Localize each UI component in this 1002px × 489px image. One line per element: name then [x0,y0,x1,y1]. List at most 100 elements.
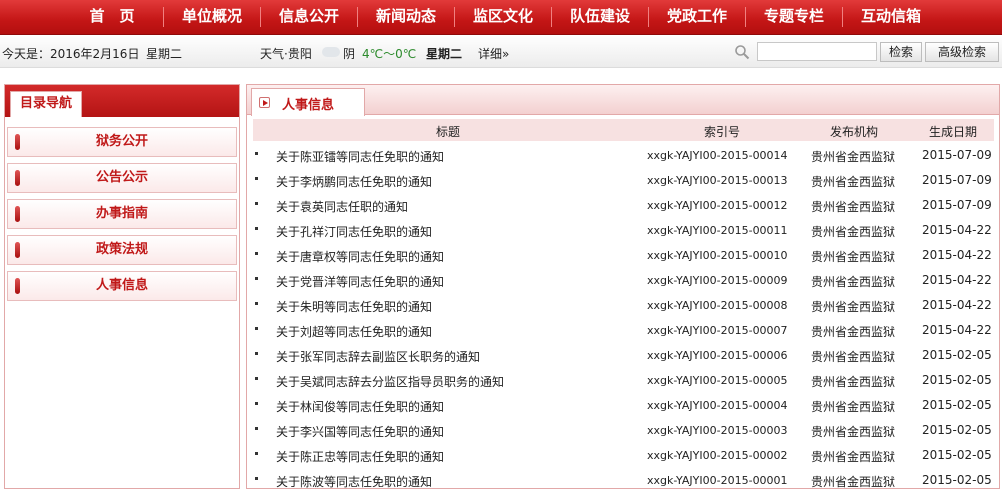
marker-icon [15,134,20,150]
cloud-icon [322,47,340,57]
row-title-link[interactable]: 关于李兴国等同志任免职的通知 [276,423,444,440]
row-org: 贵州省金西监狱 [811,275,896,289]
row-title-link[interactable]: 关于林闰俊等同志任免职的通知 [276,398,444,415]
row-index: xxgk-YAJYI00-2015-00002 [647,449,788,462]
row-title-link[interactable]: 关于张军同志辞去副监区长职务的通知 [276,348,480,365]
row-index: xxgk-YAJYI00-2015-00001 [647,474,788,487]
column-header-date: 生成日期 [929,125,978,139]
row-date: 2015-02-05 [922,348,992,362]
bullet-icon [255,252,258,255]
row-org: 贵州省金西监狱 [811,200,896,214]
sidebar-item-label: 办事指南 [95,206,148,221]
nav-mailbox[interactable]: 互动信箱 [843,0,939,35]
row-date: 2015-04-22 [922,298,992,312]
advanced-search-button[interactable]: 高级检索 [925,42,999,62]
row-index: xxgk-YAJYI00-2015-00013 [647,174,788,187]
bullet-icon [255,452,258,455]
row-org: 贵州省金西监狱 [811,350,896,364]
row-date: 2015-04-22 [922,273,992,287]
row-org: 贵州省金西监狱 [811,175,896,189]
sidebar-item-label: 人事信息 [95,278,148,293]
row-date: 2015-04-22 [922,323,992,337]
sidebar: 目录导航 狱务公开 公告公示 办事指南 政策法规 人事信息 [4,84,240,489]
search-button[interactable]: 检索 [880,42,922,62]
table-row: 关于唐章权等同志任免职的通知 xxgk-YAJYI00-2015-00010 贵州省… [253,243,994,268]
row-index: xxgk-YAJYI00-2015-00014 [647,149,788,162]
marker-icon [15,206,20,222]
row-title-link[interactable]: 关于唐章权等同志任免职的通知 [276,248,444,265]
sidebar-item-guide[interactable]: 办事指南 [7,199,237,229]
bullet-icon [255,302,258,305]
sidebar-item-personnel[interactable]: 人事信息 [7,271,237,301]
bullet-icon [255,352,258,355]
play-icon [259,97,270,108]
row-index: xxgk-YAJYI00-2015-00003 [647,424,788,437]
row-index: xxgk-YAJYI00-2015-00010 [647,249,788,262]
sidebar-item-label: 政策法规 [95,242,148,257]
row-title-link[interactable]: 关于朱明等同志任免职的通知 [276,298,432,315]
nav-special[interactable]: 专题专栏 [746,0,842,35]
sidebar-item-announcements[interactable]: 公告公示 [7,163,237,193]
bullet-icon [255,277,258,280]
today-date: 今天是：2016年2月16日 [2,47,140,61]
row-date: 2015-02-05 [922,423,992,437]
sidebar-title: 目录导航 [10,91,82,117]
row-date: 2015-04-22 [922,248,992,262]
bullet-icon [255,152,258,155]
bullet-icon [255,227,258,230]
tab-personnel-info[interactable]: 人事信息 [251,88,365,116]
table-row: 关于袁英同志任职的通知 xxgk-YAJYI00-2015-00012 贵州省金西监… [253,193,994,218]
row-title-link[interactable]: 关于陈波等同志任免职的通知 [276,473,432,489]
weather-detail-link[interactable]: 详细» [478,45,509,62]
nav-team[interactable]: 队伍建设 [552,0,648,35]
row-title-link[interactable]: 关于孔祥汀同志任免职的通知 [276,223,432,240]
row-title-link[interactable]: 关于吴斌同志辞去分监区指导员职务的通知 [276,373,504,390]
row-date: 2015-07-09 [922,198,992,212]
row-title-link[interactable]: 关于袁英同志任职的通知 [276,198,408,215]
table-row: 关于张军同志辞去副监区长职务的通知 xxgk-YAJYI00-2015-00006… [253,343,994,368]
weather-label: 天气·贵阳 [260,47,312,61]
row-date: 2015-07-09 [922,148,992,162]
bullet-icon [255,377,258,380]
table-row: 关于李炳鹏同志任免职的通知 xxgk-YAJYI00-2015-00013 贵州省金… [253,168,994,193]
row-title-link[interactable]: 关于李炳鹏同志任免职的通知 [276,173,432,190]
column-header-org: 发布机构 [830,125,879,139]
row-title-link[interactable]: 关于刘超等同志任免职的通知 [276,323,432,340]
row-date: 2015-04-22 [922,223,992,237]
table-header: 标题 索引号 发布机构 生成日期 [253,119,994,141]
table-row: 关于朱明等同志任免职的通知 xxgk-YAJYI00-2015-00008 贵州省金… [253,293,994,318]
row-title-link[interactable]: 关于党晋洋等同志任免职的通知 [276,273,444,290]
sidebar-item-label: 狱务公开 [95,134,148,149]
row-org: 贵州省金西监狱 [811,250,896,264]
today-weekday: 星期二 [146,47,183,61]
table-row: 关于陈波等同志任免职的通知 xxgk-YAJYI00-2015-00001 贵州省金… [253,468,994,489]
bullet-icon [255,327,258,330]
bullet-icon [255,477,258,480]
table-row: 关于党晋洋等同志任免职的通知 xxgk-YAJYI00-2015-00009 贵州省… [253,268,994,293]
sidebar-item-label: 公告公示 [95,170,148,185]
nav-overview[interactable]: 单位概况 [164,0,260,35]
search-input[interactable] [757,42,877,61]
row-title-link[interactable]: 关于陈正忠等同志任免职的通知 [276,448,444,465]
nav-party[interactable]: 党政工作 [649,0,745,35]
bullet-icon [255,177,258,180]
table-row: 关于陈亚镭等同志任免职的通知 xxgk-YAJYI00-2015-00014 贵州省… [253,143,994,168]
sidebar-item-policies[interactable]: 政策法规 [7,235,237,265]
table-row: 关于陈正忠等同志任免职的通知 xxgk-YAJYI00-2015-00002 贵州省… [253,443,994,468]
row-title-link[interactable]: 关于陈亚镭等同志任免职的通知 [276,148,444,165]
row-org: 贵州省金西监狱 [811,450,896,464]
nav-news[interactable]: 新闻动态 [358,0,454,35]
row-index: xxgk-YAJYI00-2015-00007 [647,324,788,337]
nav-culture[interactable]: 监区文化 [455,0,551,35]
bullet-icon [255,402,258,405]
nav-info-open[interactable]: 信息公开 [261,0,357,35]
column-header-index: 索引号 [704,125,741,139]
top-nav: 首 页 单位概况 信息公开 新闻动态 监区文化 队伍建设 党政工作 专题专栏 互… [0,0,1002,35]
row-date: 2015-02-05 [922,448,992,462]
sidebar-item-prison-affairs[interactable]: 狱务公开 [7,127,237,157]
nav-home[interactable]: 首 页 [62,0,162,35]
row-index: xxgk-YAJYI00-2015-00011 [647,224,788,237]
table-row: 关于刘超等同志任免职的通知 xxgk-YAJYI00-2015-00007 贵州省金… [253,318,994,343]
sidebar-header: 目录导航 [5,85,239,117]
row-date: 2015-07-09 [922,173,992,187]
